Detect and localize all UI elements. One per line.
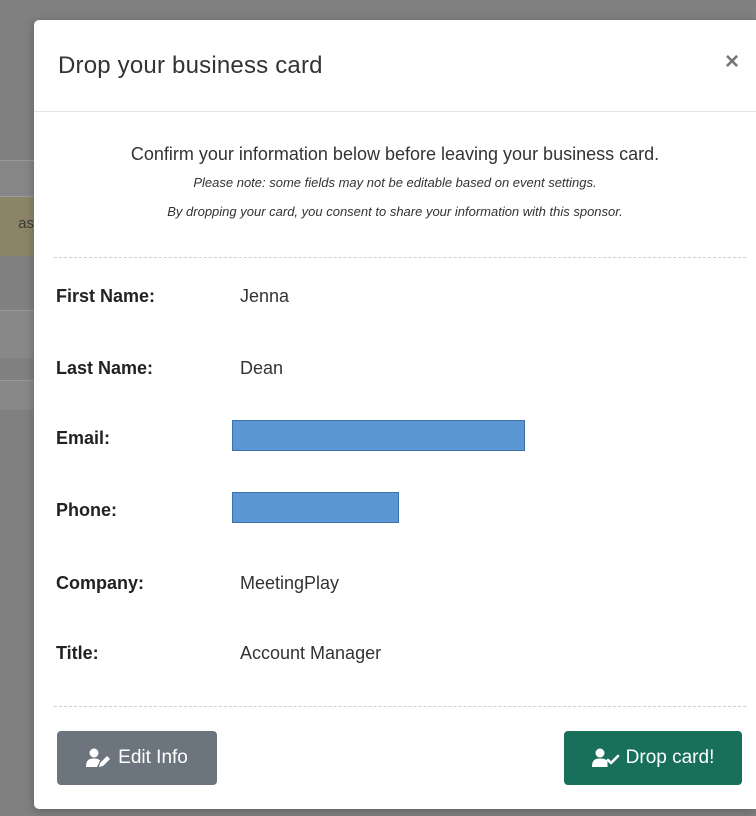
field-label: Title:: [56, 643, 99, 663]
field-first-name: First Name: Jenna: [56, 286, 736, 316]
field-label: Company:: [56, 573, 145, 593]
divider: [54, 706, 746, 707]
modal-header: Drop your business card ×: [34, 20, 756, 112]
background-text-fragment: as: [18, 215, 34, 232]
field-company: Company: MeetingPlay: [56, 573, 736, 603]
redacted-phone: [232, 492, 399, 523]
field-value: Account Manager: [240, 643, 382, 663]
field-title: Title: Account Manager: [56, 643, 736, 673]
intro-main-text: Confirm your information below before le…: [130, 144, 660, 164]
drop-card-button[interactable]: Drop card!: [564, 731, 742, 785]
field-label: Last Name:: [56, 358, 154, 378]
intro-text: Confirm your information below before le…: [34, 112, 756, 219]
field-label: Phone:: [56, 500, 117, 520]
field-label: First Name:: [56, 286, 156, 306]
field-email: Email:: [56, 420, 736, 458]
intro-consent-text: By dropping your card, you consent to sh…: [167, 204, 623, 219]
redacted-email: [232, 420, 525, 451]
edit-info-button[interactable]: Edit Info: [57, 731, 217, 785]
field-value: Dean: [240, 358, 284, 378]
user-edit-icon: [86, 748, 112, 768]
close-button[interactable]: ×: [720, 48, 744, 76]
edit-info-label: Edit Info: [118, 747, 188, 768]
field-label: Email:: [56, 428, 111, 448]
business-card-modal: Drop your business card × Confirm your i…: [34, 20, 756, 809]
user-check-icon: [591, 748, 620, 768]
field-phone: Phone:: [56, 492, 736, 530]
close-icon: ×: [724, 48, 739, 75]
field-value: MeetingPlay: [240, 573, 340, 593]
intro-note-text: Please note: some fields may not be edit…: [193, 175, 597, 190]
field-last-name: Last Name: Dean: [56, 358, 736, 388]
drop-card-label: Drop card!: [625, 747, 715, 768]
modal-title: Drop your business card: [58, 52, 323, 79]
divider: [54, 257, 746, 258]
field-value: Jenna: [240, 286, 290, 306]
